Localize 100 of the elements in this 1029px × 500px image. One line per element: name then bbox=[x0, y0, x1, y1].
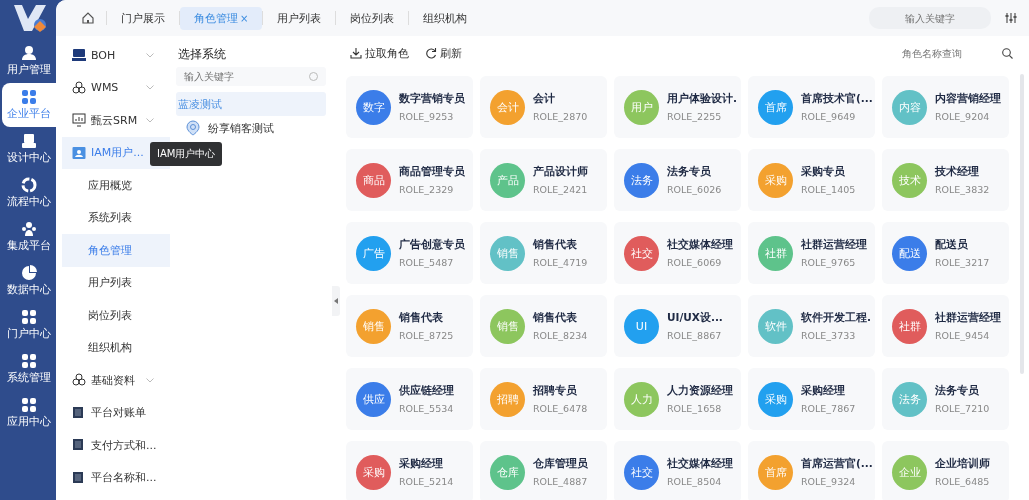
rail-item[interactable]: 系统管理 bbox=[2, 347, 56, 391]
role-code: ROLE_9204 bbox=[935, 111, 991, 122]
tab[interactable]: 门户展示 bbox=[107, 6, 179, 30]
role-card[interactable]: 社群 社群运营经理 ROLE_9454 bbox=[882, 295, 1009, 357]
submenu-item[interactable]: 岗位列表 bbox=[62, 299, 170, 332]
role-avatar: 法务 bbox=[892, 381, 927, 417]
role-avatar: 法务 bbox=[624, 162, 659, 198]
tab[interactable]: 岗位列表 bbox=[336, 6, 409, 30]
role-avatar: 社群 bbox=[758, 235, 793, 271]
role-name: 会计 bbox=[533, 92, 556, 106]
tab[interactable]: 组织机构 bbox=[409, 6, 482, 30]
role-avatar: 社群 bbox=[892, 308, 927, 344]
clear-icon bbox=[309, 72, 318, 81]
role-card[interactable]: 招聘 招聘专员 ROLE_6478 bbox=[480, 368, 607, 430]
role-card[interactable]: 供应 供应链经理 ROLE_5534 bbox=[346, 368, 473, 430]
role-card[interactable]: 内容 内容营销经理 ROLE_9204 bbox=[882, 76, 1009, 138]
rail-item[interactable]: 用户管理 bbox=[2, 39, 56, 83]
role-avatar: 供应 bbox=[356, 381, 391, 417]
toolbar-button[interactable]: 拉取角色 bbox=[346, 43, 413, 63]
rail-item[interactable]: 企业平台 bbox=[2, 83, 56, 127]
rail-item[interactable]: 门户中心 bbox=[2, 303, 56, 347]
role-code: ROLE_6026 bbox=[667, 184, 722, 195]
role-name: 法务专员 bbox=[935, 384, 980, 398]
role-card[interactable]: 技术 技术经理 ROLE_3832 bbox=[882, 149, 1009, 211]
collapse-handle[interactable] bbox=[332, 286, 340, 316]
toolbar-button[interactable]: 刷新 bbox=[421, 43, 466, 63]
menu-item[interactable]: 甄云SRM bbox=[62, 104, 170, 137]
menu-item[interactable]: 平台名称和... bbox=[62, 461, 170, 494]
circles-icon bbox=[72, 373, 86, 388]
submenu-item[interactable]: 系统列表 bbox=[62, 201, 170, 234]
role-avatar: 用户 bbox=[624, 89, 659, 125]
role-card[interactable]: 会计 会计 ROLE_2870 bbox=[480, 76, 607, 138]
role-code: ROLE_9765 bbox=[801, 257, 857, 268]
role-card[interactable]: 销售 销售代表 ROLE_8234 bbox=[480, 295, 607, 357]
role-card[interactable]: UI UI/UX设... ROLE_8867 bbox=[614, 295, 741, 357]
submenu-item[interactable]: 用户列表 bbox=[62, 266, 170, 299]
role-card[interactable]: 采购 采购经理 ROLE_5214 bbox=[346, 441, 473, 500]
submenu-item[interactable]: 角色管理 bbox=[62, 234, 170, 267]
role-card[interactable]: 广告 广告创意专员 ROLE_5487 bbox=[346, 222, 473, 284]
role-card[interactable]: 产品 产品设计师 ROLE_2421 bbox=[480, 149, 607, 211]
role-card[interactable]: 销售 销售代表 ROLE_8725 bbox=[346, 295, 473, 357]
role-avatar: 仓库 bbox=[490, 454, 525, 490]
role-card[interactable]: 企业 企业培训师 ROLE_6485 bbox=[882, 441, 1009, 500]
role-card[interactable]: 数字 数字营销专员 ROLE_9253 bbox=[346, 76, 473, 138]
role-card[interactable]: 人力 人力资源经理 ROLE_1658 bbox=[614, 368, 741, 430]
role-name: 广告创意专员 bbox=[399, 238, 465, 252]
role-code: ROLE_9253 bbox=[399, 111, 455, 122]
rail-item[interactable]: 流程中心 bbox=[2, 171, 56, 215]
role-card[interactable]: 首席 首席运营官(... ROLE_9324 bbox=[748, 441, 875, 500]
role-card[interactable]: 社交 社交媒体经理 ROLE_8504 bbox=[614, 441, 741, 500]
rail-item[interactable]: 集成平台 bbox=[2, 215, 56, 259]
role-name: 供应链经理 bbox=[399, 384, 454, 398]
team-icon bbox=[21, 221, 37, 237]
role-name: 用户体验设计. bbox=[667, 92, 737, 106]
cycle-icon bbox=[21, 177, 37, 193]
role-avatar: 产品 bbox=[490, 162, 525, 198]
menu-item[interactable]: 支付方式和... bbox=[62, 429, 170, 462]
role-card[interactable]: 法务 法务专员 ROLE_6026 bbox=[614, 149, 741, 211]
role-card[interactable]: 首席 首席技术官(... ROLE_9649 bbox=[748, 76, 875, 138]
role-card[interactable]: 软件 软件开发工程. ROLE_3733 bbox=[748, 295, 875, 357]
menu-item[interactable]: 基础资料 bbox=[62, 364, 170, 397]
search-field[interactable]: 输入关键字 bbox=[176, 67, 326, 86]
role-card[interactable]: 社交 社交媒体经理 ROLE_6069 bbox=[614, 222, 741, 284]
role-name: 法务专员 bbox=[667, 165, 712, 179]
menu-item[interactable]: BOH bbox=[62, 39, 170, 72]
role-avatar: 社交 bbox=[624, 235, 659, 271]
rail-item[interactable]: 设计中心 bbox=[2, 127, 56, 171]
role-card[interactable]: 用户 用户体验设计. ROLE_2255 bbox=[614, 76, 741, 138]
role-card[interactable]: 社群 社群运营经理 ROLE_9765 bbox=[748, 222, 875, 284]
role-code: ROLE_2870 bbox=[533, 111, 588, 122]
role-code: ROLE_2421 bbox=[533, 184, 588, 195]
tab[interactable]: 用户列表 bbox=[263, 6, 336, 30]
role-name: 采购经理 bbox=[801, 384, 846, 398]
role-card[interactable]: 仓库 仓库管理员 ROLE_4887 bbox=[480, 441, 607, 500]
submenu-item[interactable]: 组织机构 bbox=[62, 331, 170, 364]
download-icon bbox=[350, 47, 362, 59]
search-field[interactable]: 角色名称查询 bbox=[900, 46, 984, 60]
search-field[interactable]: 输入关键字 bbox=[869, 7, 991, 29]
panel-title: 选择系统 bbox=[178, 46, 227, 63]
submenu-item[interactable]: 应用概览 bbox=[62, 169, 170, 202]
role-card[interactable]: 商品 商品管理专员 ROLE_2329 bbox=[346, 149, 473, 211]
role-avatar: UI bbox=[624, 308, 659, 344]
role-card[interactable]: 采购 采购经理 ROLE_7867 bbox=[748, 368, 875, 430]
role-card[interactable]: 法务 法务专员 ROLE_7210 bbox=[882, 368, 1009, 430]
document-icon bbox=[72, 405, 86, 420]
role-name: 数字营销专员 bbox=[399, 92, 465, 106]
role-name: 仓库管理员 bbox=[533, 457, 588, 471]
rail-item[interactable]: 应用中心 bbox=[2, 391, 56, 435]
rail-item[interactable]: 数据中心 bbox=[2, 259, 56, 303]
chevron-down-icon bbox=[146, 52, 154, 58]
role-card[interactable]: 配送 配送员 ROLE_3217 bbox=[882, 222, 1009, 284]
menu-item[interactable]: 平台对账单 bbox=[62, 396, 170, 429]
role-avatar: 销售 bbox=[490, 235, 525, 271]
role-name: 内容营销经理 bbox=[935, 92, 1001, 106]
role-avatar: 配送 bbox=[892, 235, 927, 271]
role-card[interactable]: 销售 销售代表 ROLE_4719 bbox=[480, 222, 607, 284]
role-name: 首席技术官(... bbox=[801, 92, 873, 106]
menu-item[interactable]: WMS bbox=[62, 71, 170, 104]
role-code: ROLE_8725 bbox=[399, 330, 454, 341]
role-card[interactable]: 采购 采购专员 ROLE_1405 bbox=[748, 149, 875, 211]
